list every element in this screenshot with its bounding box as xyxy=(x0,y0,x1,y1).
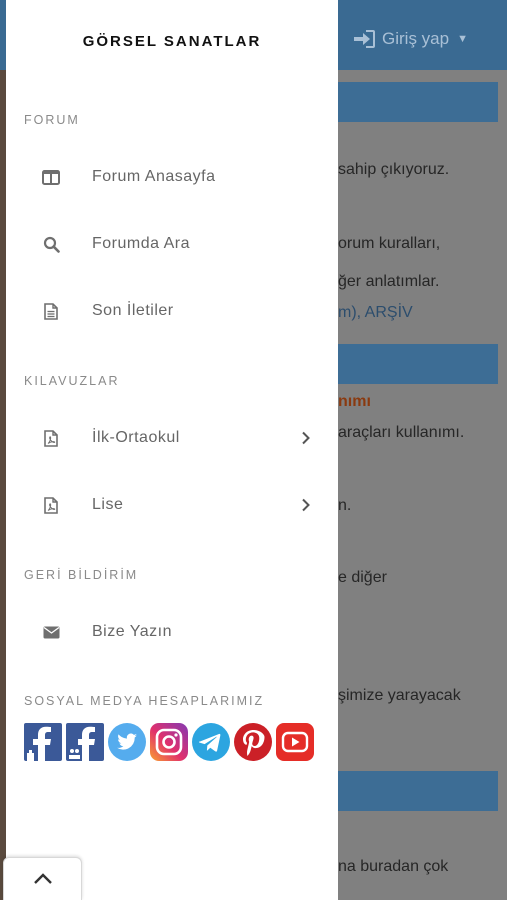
search-icon xyxy=(42,235,60,253)
login-button[interactable]: Giriş yap ▼ xyxy=(352,24,468,54)
pinterest-icon[interactable] xyxy=(234,723,272,761)
menu-item-forumda-ara[interactable]: Forumda Ara xyxy=(6,219,338,269)
envelope-icon xyxy=(42,623,60,641)
background-link: m), ARŞİV xyxy=(338,304,413,321)
background-panel-header xyxy=(336,771,498,811)
menu-item-label: Forum Anasayfa xyxy=(92,168,216,185)
menu-item-bize-yazin[interactable]: Bize Yazın xyxy=(6,607,338,657)
section-label-geri-bildirim: GERİ BİLDİRİM xyxy=(24,568,139,582)
social-links xyxy=(24,723,314,761)
columns-icon xyxy=(42,168,60,186)
background-text: e diğer xyxy=(338,569,387,586)
telegram-icon[interactable] xyxy=(192,723,230,761)
background-text: ğer anlatımlar. xyxy=(338,273,440,290)
section-label-sosyal-medya: SOSYAL MEDYA HESAPLARIMIZ xyxy=(24,694,265,708)
menu-item-son-iletiler[interactable]: Son İletiler xyxy=(6,286,338,336)
facebook-icon[interactable] xyxy=(24,723,62,761)
pdf-file-icon xyxy=(42,496,60,514)
menu-item-label: İlk-Ortaokul xyxy=(92,429,180,446)
background-text: araçları kullanımı. xyxy=(338,424,465,441)
facebook-group-icon[interactable] xyxy=(66,723,104,761)
menu-item-lise[interactable]: Lise xyxy=(6,480,338,530)
chevron-right-icon xyxy=(298,431,312,445)
chevron-up-icon xyxy=(33,873,52,884)
menu-item-ilk-ortaokul[interactable]: İlk-Ortaokul xyxy=(6,413,338,463)
background-panel-header xyxy=(336,82,498,122)
menu-item-label: Bize Yazın xyxy=(92,623,173,640)
background-text: nımı xyxy=(338,393,371,410)
background-text: orum kuralları, xyxy=(338,235,441,252)
chevron-right-icon xyxy=(298,498,312,512)
drawer-title: GÖRSEL SANATLAR xyxy=(82,33,262,50)
sign-in-icon xyxy=(354,30,375,48)
side-drawer: GÖRSEL SANATLAR FORUM Forum Anasayfa For… xyxy=(6,0,338,900)
scroll-to-top-button[interactable] xyxy=(3,857,82,900)
background-panel-header xyxy=(336,344,498,384)
menu-item-label: Son İletiler xyxy=(92,302,174,319)
section-label-kilavuzlar: KILAVUZLAR xyxy=(24,374,120,388)
background-text: şimize yarayacak xyxy=(338,687,461,704)
background-text: n. xyxy=(338,497,352,514)
menu-item-forum-anasayfa[interactable]: Forum Anasayfa xyxy=(6,152,338,202)
twitter-icon[interactable] xyxy=(108,723,146,761)
menu-item-label: Lise xyxy=(92,496,124,513)
background-text: sahip çıkıyoruz. xyxy=(338,161,450,178)
youtube-icon[interactable] xyxy=(276,723,314,761)
login-label: Giriş yap xyxy=(382,29,450,48)
pdf-file-icon xyxy=(42,429,60,447)
background-text: na buradan çok xyxy=(338,858,449,875)
caret-down-icon: ▼ xyxy=(457,33,468,45)
document-icon xyxy=(42,302,60,320)
instagram-icon[interactable] xyxy=(150,723,188,761)
section-label-forum: FORUM xyxy=(24,113,80,127)
menu-item-label: Forumda Ara xyxy=(92,235,190,252)
